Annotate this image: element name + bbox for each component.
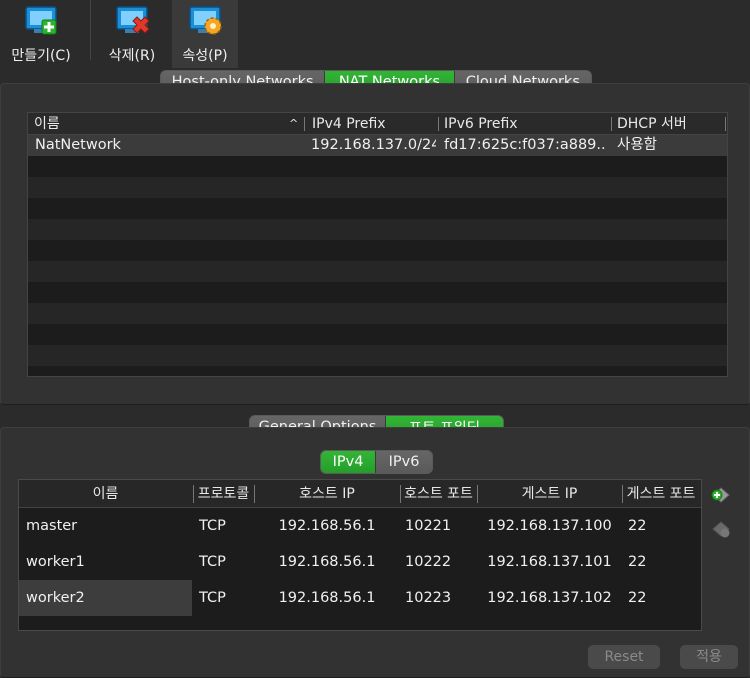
- toolbar-separator: [90, 0, 91, 60]
- cell-protocol: TCP: [199, 554, 226, 570]
- delete-label: 삭제(R): [108, 48, 156, 64]
- col-header-guest-ip[interactable]: 게스트 IP: [478, 480, 621, 508]
- col-header-protocol[interactable]: 프로토콜: [194, 480, 253, 508]
- table-header: 이름 프로토콜 호스트 IP 호스트 포트 게스트 IP 게스트 포트: [19, 480, 701, 508]
- properties-gear-icon: [189, 6, 222, 35]
- table-header: 이름 ^ IPv4 Prefix IPv6 Prefix DHCP 서버: [28, 113, 727, 135]
- cell-name: worker2: [26, 590, 85, 606]
- cell-host-port: 10222: [405, 554, 452, 570]
- cell-name: NatNetwork: [35, 137, 121, 153]
- properties-button[interactable]: 속성(P): [172, 0, 238, 68]
- delete-network-icon: [116, 6, 150, 34]
- cell-guest-ip: 192.168.137.101: [487, 554, 612, 570]
- cell-host-ip: 192.168.56.1: [278, 590, 376, 606]
- create-network-icon: [25, 6, 57, 35]
- cell-host-ip: 192.168.56.1: [278, 554, 376, 570]
- cell-host-port: 10223: [405, 590, 452, 606]
- empty-row: [28, 366, 727, 376]
- cell-host-port: 10221: [405, 518, 452, 534]
- cell-ipv4: 192.168.137.0/24: [311, 137, 436, 153]
- remove-rule-button[interactable]: [710, 518, 732, 540]
- col-header-host-ip[interactable]: 호스트 IP: [255, 480, 399, 508]
- port-forwarding-table: 이름 프로토콜 호스트 IP 호스트 포트 게스트 IP 게스트 포트 mast…: [18, 479, 702, 631]
- col-header-ipv6[interactable]: IPv6 Prefix: [438, 113, 608, 135]
- col-header-host-port[interactable]: 호스트 포트: [401, 480, 476, 508]
- table-row[interactable]: master TCP 192.168.56.1 10221 192.168.13…: [19, 508, 701, 544]
- cell-name: worker1: [26, 554, 85, 570]
- col-header-ipv4[interactable]: IPv4 Prefix: [306, 113, 436, 135]
- cell-guest-port: 22: [628, 554, 647, 570]
- add-rule-icon: [711, 487, 730, 503]
- sort-indicator: ^: [289, 117, 299, 130]
- col-header-dhcp[interactable]: DHCP 서버: [611, 113, 721, 135]
- empty-row: [28, 240, 727, 261]
- properties-label: 속성(P): [182, 48, 228, 64]
- tab-ipv6[interactable]: IPv6: [376, 451, 432, 473]
- tab-ipv4[interactable]: IPv4: [321, 451, 377, 473]
- empty-row: [28, 282, 727, 303]
- cell-protocol: TCP: [199, 590, 226, 606]
- col-divider: [304, 117, 305, 131]
- cell-guest-ip: 192.168.137.100: [487, 518, 612, 534]
- col-header-name[interactable]: 이름: [19, 480, 192, 508]
- remove-rule-icon: [712, 521, 730, 538]
- empty-row: [28, 261, 727, 282]
- empty-row: [28, 177, 727, 198]
- col-divider: [725, 117, 726, 131]
- col-header-name[interactable]: 이름: [28, 113, 298, 135]
- empty-row: [28, 303, 727, 324]
- create-button[interactable]: 만들기(C): [4, 0, 78, 68]
- cell-protocol: TCP: [199, 518, 226, 534]
- empty-row: [28, 198, 727, 219]
- ip-version-tabs: IPv4 IPv6: [320, 450, 433, 474]
- col-header-guest-port[interactable]: 게스트 포트: [623, 480, 699, 508]
- toolbar: 만들기(C) 삭제(R) 속성(P): [0, 0, 750, 70]
- cell-dhcp: 사용함: [617, 137, 658, 153]
- cell-guest-port: 22: [628, 518, 647, 534]
- empty-row: [28, 345, 727, 366]
- apply-button[interactable]: 적용: [680, 645, 738, 669]
- cell-guest-port: 22: [628, 590, 647, 606]
- table-row[interactable]: worker2 TCP 192.168.56.1 10223 192.168.1…: [19, 580, 701, 616]
- delete-button[interactable]: 삭제(R): [96, 0, 168, 68]
- add-rule-button[interactable]: [710, 484, 732, 506]
- cell-guest-ip: 192.168.137.102: [487, 590, 612, 606]
- cell-ipv6: fd17:625c:f037:a889...: [444, 137, 607, 153]
- nat-networks-table: 이름 ^ IPv4 Prefix IPv6 Prefix DHCP 서버 Nat…: [27, 112, 728, 377]
- table-row[interactable]: NatNetwork 192.168.137.0/24 fd17:625c:f0…: [28, 135, 727, 156]
- reset-button[interactable]: Reset: [588, 645, 660, 669]
- create-label: 만들기(C): [11, 48, 71, 64]
- empty-row: [28, 156, 727, 177]
- empty-row: [28, 324, 727, 345]
- cell-host-ip: 192.168.56.1: [278, 518, 376, 534]
- cell-name: master: [26, 518, 78, 534]
- table-row[interactable]: worker1 TCP 192.168.56.1 10222 192.168.1…: [19, 544, 701, 580]
- empty-row: [28, 219, 727, 240]
